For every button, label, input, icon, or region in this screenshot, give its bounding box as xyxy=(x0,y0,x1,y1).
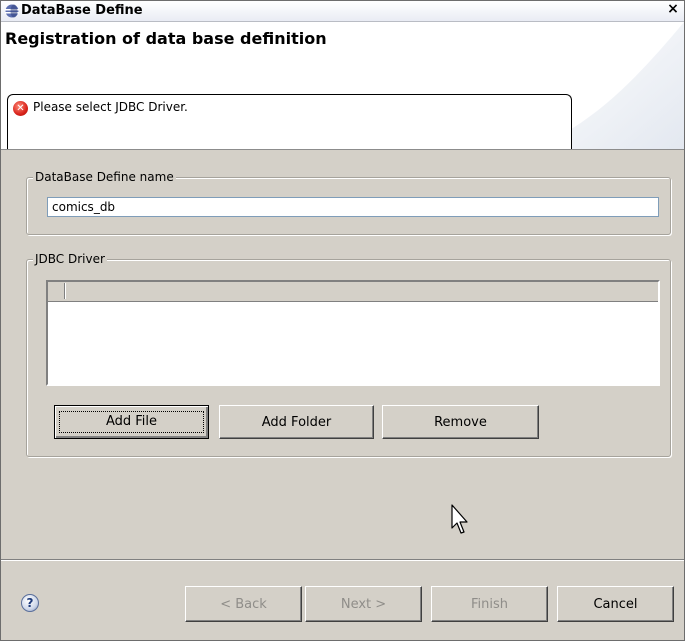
remove-label: Remove xyxy=(434,414,487,430)
page-title: Registration of data base definition xyxy=(5,29,327,48)
remove-button[interactable]: Remove xyxy=(382,405,539,439)
add-folder-label: Add Folder xyxy=(261,414,332,430)
wizard-header: Registration of data base definition ✕ P… xyxy=(1,22,684,150)
jdbc-driver-list[interactable] xyxy=(46,280,660,386)
add-file-label: Add File xyxy=(55,407,208,437)
error-message: Please select JDBC Driver. xyxy=(33,100,188,114)
database-define-name-input[interactable] xyxy=(47,197,659,217)
back-button[interactable]: < Back xyxy=(185,586,302,622)
cancel-label: Cancel xyxy=(593,596,638,612)
help-icon[interactable]: ? xyxy=(21,594,39,612)
error-icon: ✕ xyxy=(13,101,28,116)
next-button[interactable]: Next > xyxy=(305,586,422,622)
database-icon xyxy=(5,4,19,18)
add-file-button[interactable]: Add File xyxy=(54,405,209,439)
close-icon[interactable]: × xyxy=(666,2,680,17)
next-label: Next > xyxy=(340,596,387,612)
database-define-name-group: DataBase Define name xyxy=(26,170,671,235)
add-folder-button[interactable]: Add Folder xyxy=(219,405,374,439)
table-header xyxy=(48,282,658,302)
finish-label: Finish xyxy=(470,596,508,612)
dialog-window: DataBase Define × Registration of data b… xyxy=(0,0,685,641)
cancel-button[interactable]: Cancel xyxy=(557,586,674,622)
footer-separator xyxy=(1,559,684,561)
mouse-pointer-icon xyxy=(451,504,468,534)
group-legend: JDBC Driver xyxy=(33,252,107,266)
group-legend: DataBase Define name xyxy=(33,170,176,184)
message-area: ✕ Please select JDBC Driver. xyxy=(7,94,572,149)
window-title: DataBase Define xyxy=(21,3,143,18)
jdbc-driver-group: JDBC Driver Add File Add Folder Remove xyxy=(26,252,671,457)
finish-button[interactable]: Finish xyxy=(431,586,548,622)
back-label: < Back xyxy=(220,596,267,612)
title-bar[interactable]: DataBase Define × xyxy=(1,1,684,22)
column-resize-handle[interactable] xyxy=(50,283,65,299)
